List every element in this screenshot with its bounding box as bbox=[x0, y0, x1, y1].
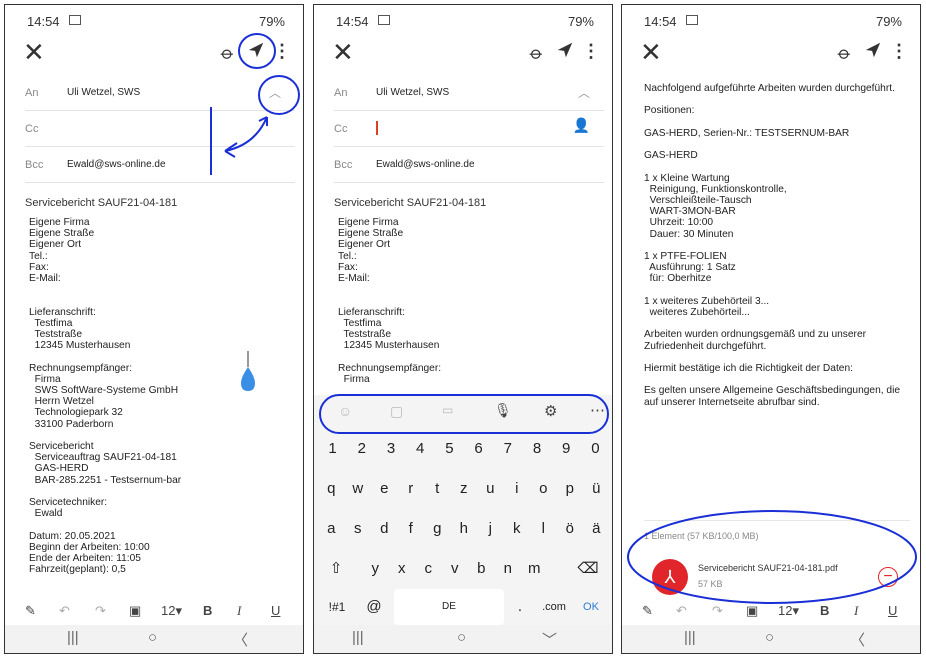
annotation-overlay bbox=[627, 510, 917, 604]
phone-screen-keyboard: 14:54 79% ✕ ⌀ ⋮ An Uli Wetzel, SWS ︿ Cc … bbox=[313, 4, 613, 654]
phone-screen-attachment: 14:54 79% ✕ ⌀ ⋮ Nachfolgend aufgeführte … bbox=[621, 4, 921, 654]
annotation-overlay bbox=[319, 394, 609, 434]
phone-screen-compose: 14:54 79% ✕ ⌀ ⋮ An Uli Wetzel, SWS ︿ Cc … bbox=[4, 4, 304, 654]
annotation-overlay bbox=[210, 33, 300, 391]
